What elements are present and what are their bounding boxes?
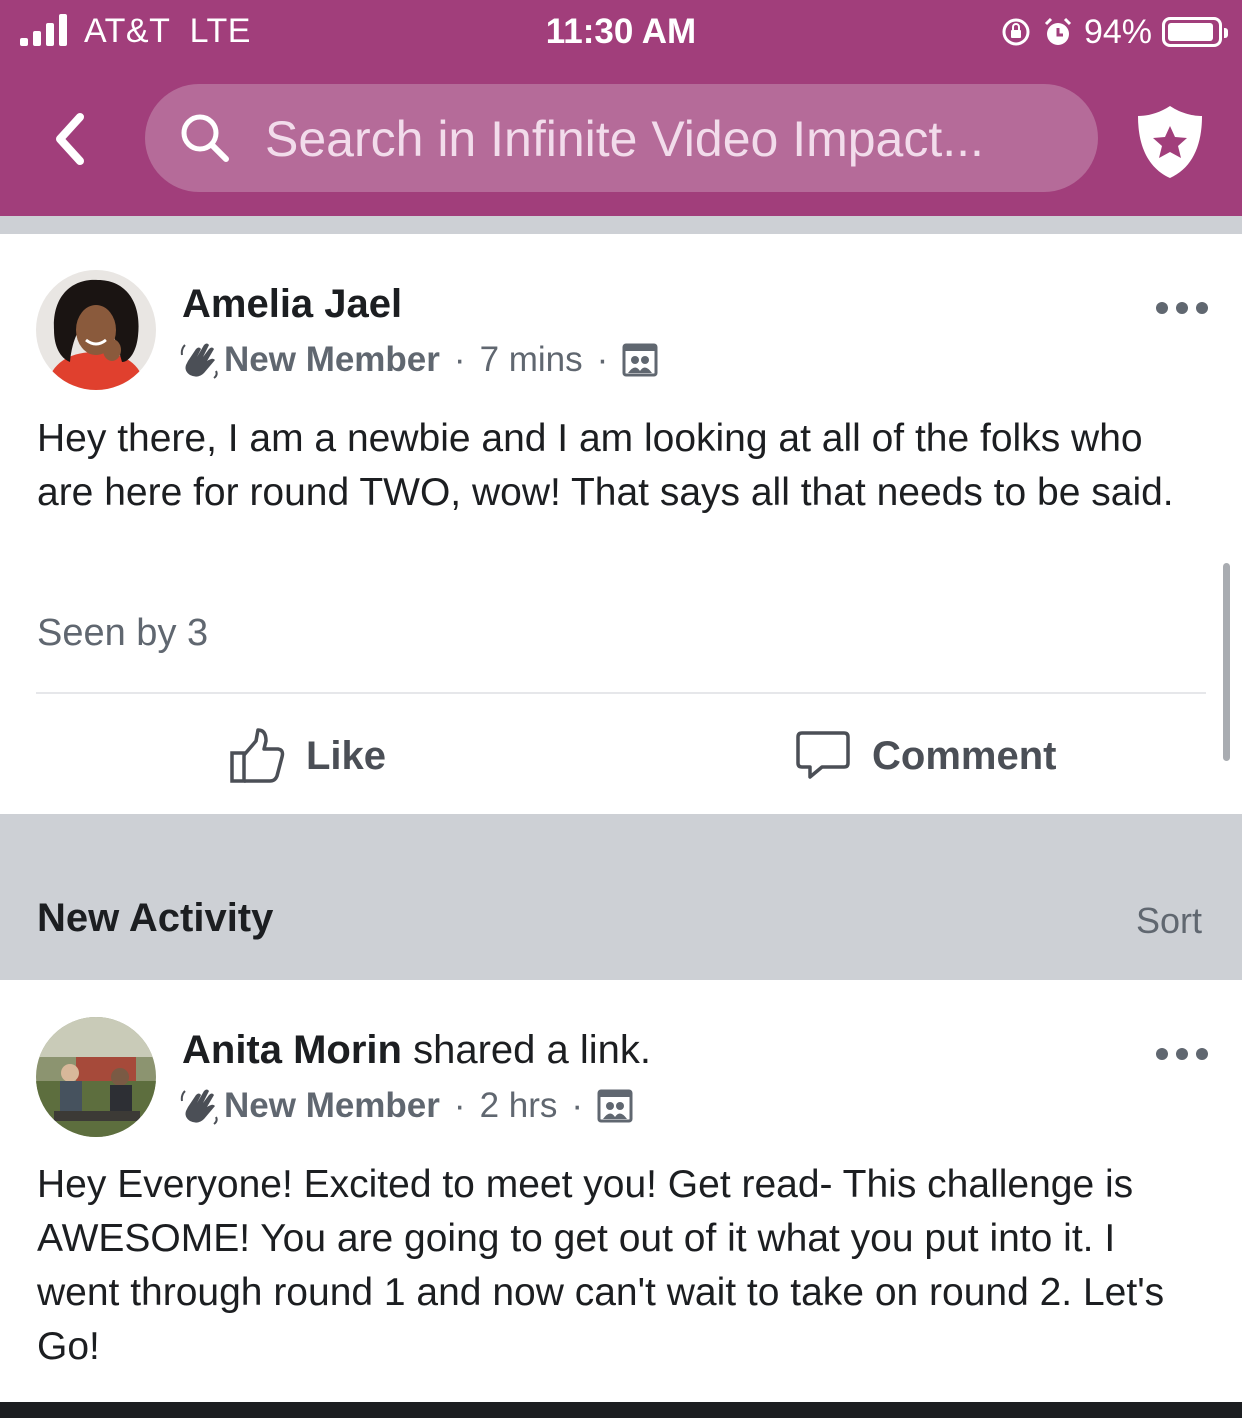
author-name[interactable]: Anita Morin <box>182 1028 402 1072</box>
meta-separator: · <box>453 1086 466 1125</box>
post-body: Hey Everyone! Excited to meet you! Get r… <box>37 1163 1165 1368</box>
section-title: New Activity <box>37 896 274 940</box>
search-icon <box>181 114 229 162</box>
seen-by[interactable]: Seen by 3 <box>37 612 208 655</box>
admin-shield-button[interactable] <box>1134 102 1206 182</box>
post-body: Hey there, I am a newbie and I am lookin… <box>37 417 1174 514</box>
author-action: shared a link. <box>401 1028 652 1072</box>
meta-separator: · <box>571 1086 584 1125</box>
post-author[interactable]: Amelia Jael <box>182 282 402 327</box>
meta-separator: · <box>453 340 466 379</box>
post-time[interactable]: 2 hrs <box>480 1086 558 1126</box>
like-thumb-icon <box>230 728 285 783</box>
section-divider <box>0 216 1242 234</box>
avatar-photo <box>36 1017 156 1137</box>
avatar-photo <box>36 270 156 390</box>
post-options-button[interactable] <box>1156 298 1208 318</box>
battery-icon <box>1162 17 1228 47</box>
avatar[interactable] <box>36 1017 156 1137</box>
member-badge: New Member <box>224 1086 440 1125</box>
dot-icon <box>1176 302 1188 314</box>
like-button[interactable]: Like <box>228 722 386 790</box>
new-activity-header: New Activity Sort <box>0 814 1242 980</box>
comment-bubble-icon <box>796 731 850 779</box>
admin-shield-icon <box>1138 106 1202 178</box>
sort-button[interactable]: Sort <box>1136 900 1202 942</box>
back-chevron-icon <box>56 113 84 165</box>
waving-hand-icon <box>180 343 218 379</box>
bottom-edge <box>0 1402 1242 1418</box>
group-members-icon <box>597 1089 633 1123</box>
post-time[interactable]: 7 mins <box>480 340 583 380</box>
status-bar: AT&T LTE 11:30 AM 94% <box>0 0 1242 66</box>
avatar[interactable] <box>36 270 156 390</box>
author-name[interactable]: Amelia Jael <box>182 282 402 326</box>
dot-icon <box>1196 302 1208 314</box>
battery-percent: 94% <box>1083 12 1152 51</box>
scrollbar[interactable] <box>1223 563 1230 761</box>
dot-icon <box>1196 1048 1208 1060</box>
member-badge: New Member <box>224 340 440 379</box>
battery-fill <box>1168 23 1214 41</box>
waving-hand-icon <box>180 1089 218 1125</box>
group-members-icon <box>622 343 658 377</box>
comment-button[interactable]: Comment <box>794 722 1056 790</box>
post-meta: New Member · 7 mins · <box>180 340 658 380</box>
divider <box>36 692 1206 694</box>
post-author[interactable]: Anita Morin shared a link. <box>182 1028 651 1073</box>
back-button[interactable] <box>40 104 100 174</box>
orientation-lock-icon <box>1002 18 1030 46</box>
dot-icon <box>1156 302 1168 314</box>
dot-icon <box>1176 1048 1188 1060</box>
comment-label: Comment <box>872 733 1057 778</box>
search-placeholder: Search in Infinite Video Impact... <box>265 111 984 167</box>
post-meta: New Member · 2 hrs · <box>180 1086 633 1126</box>
alarm-icon <box>1044 17 1071 45</box>
status-right: 94% <box>1000 10 1228 54</box>
meta-separator: · <box>596 340 609 379</box>
dot-icon <box>1156 1048 1168 1060</box>
nav-bar: Search in Infinite Video Impact... <box>0 66 1242 216</box>
search-input[interactable]: Search in Infinite Video Impact... <box>145 84 1098 192</box>
post-options-button[interactable] <box>1156 1044 1208 1064</box>
like-label: Like <box>306 733 387 778</box>
